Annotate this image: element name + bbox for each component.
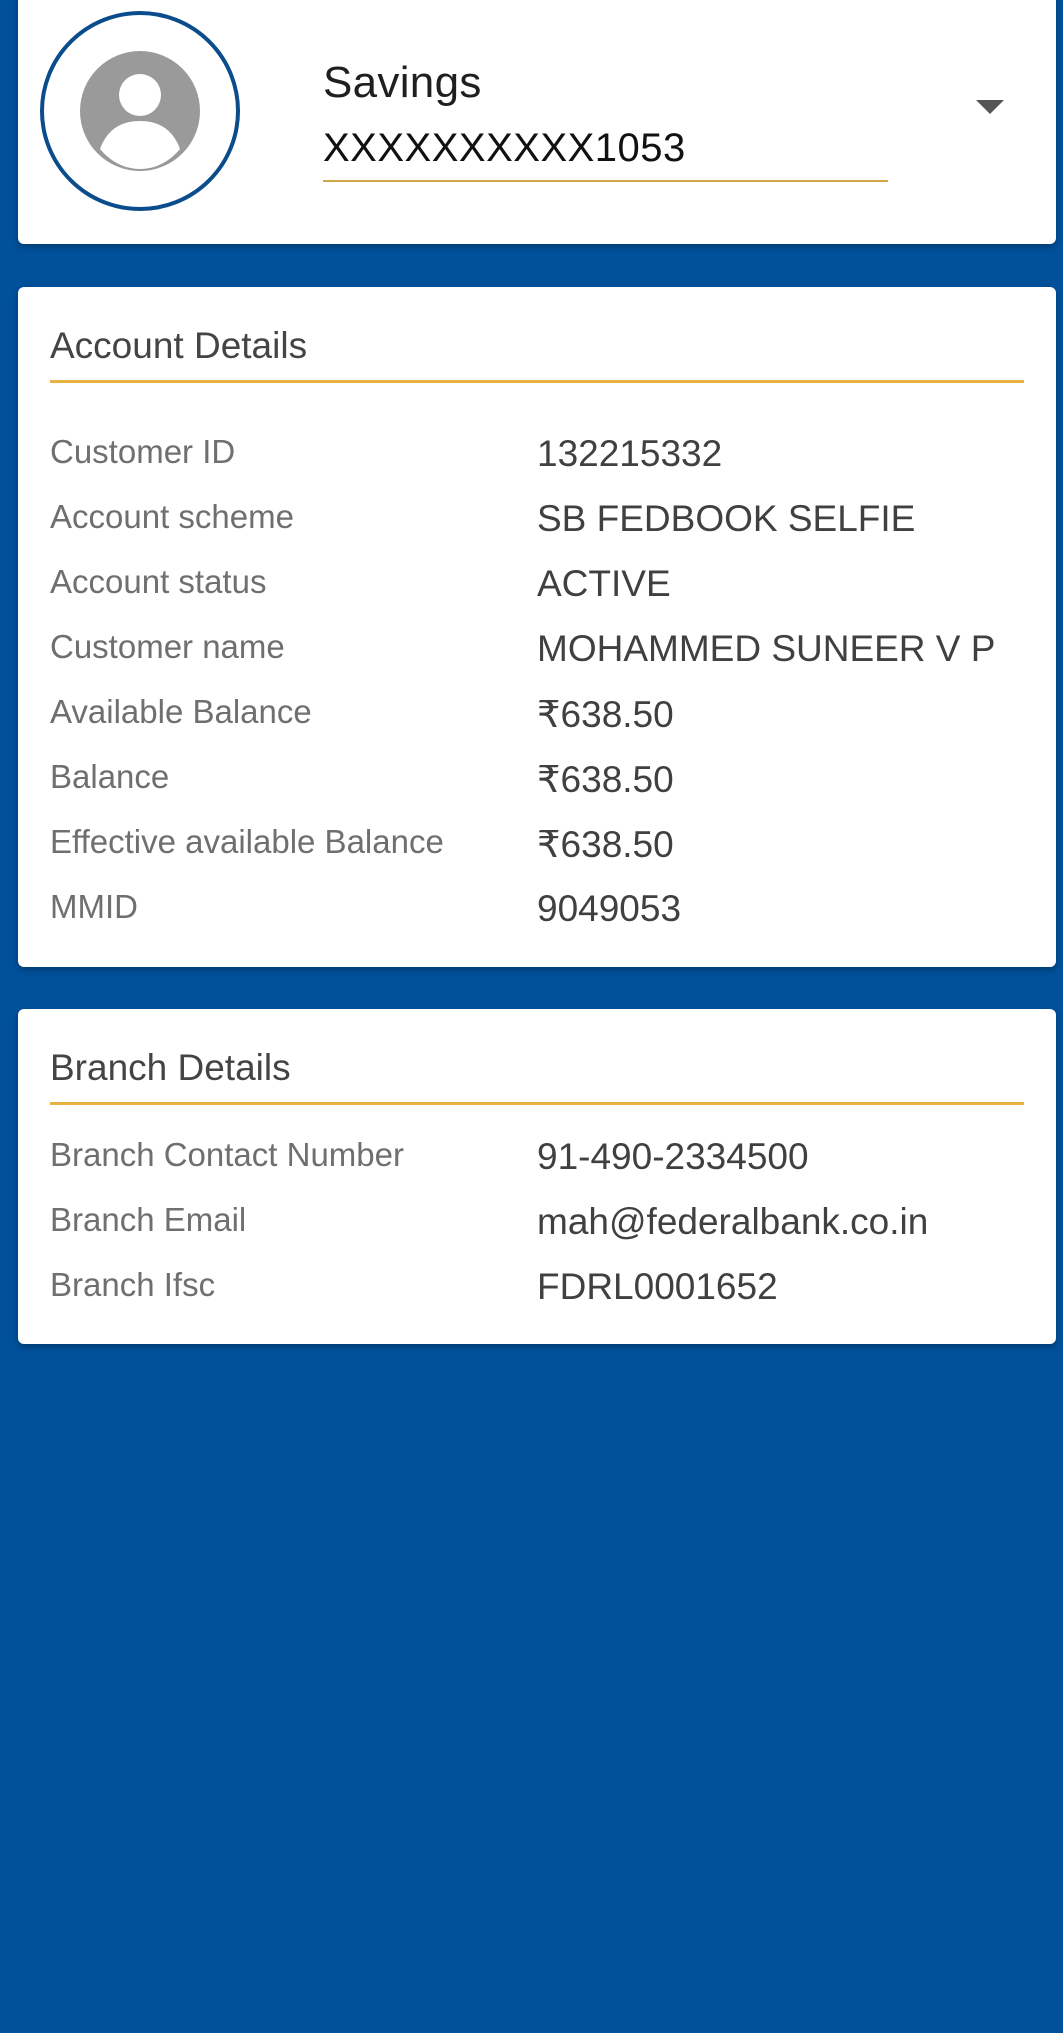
detail-value: MOHAMMED SUNEER V P [537, 628, 996, 669]
branch-phone-link[interactable]: 91-490-2334500 [537, 1136, 809, 1178]
avatar[interactable] [40, 11, 240, 211]
section-divider [50, 380, 1024, 383]
account-details-list: Customer ID 132215332 Account scheme SB … [50, 433, 1024, 953]
branch-details-card: Branch Details Branch Contact Number 91-… [18, 1009, 1056, 1344]
branch-details-title: Branch Details [50, 1047, 291, 1088]
account-details-card: Account Details Customer ID 132215332 Ac… [18, 287, 1056, 967]
detail-row-branch-email: Branch Email mah@federalbank.co.in [50, 1201, 1024, 1266]
detail-label: Customer name [50, 628, 285, 665]
detail-label: Balance [50, 758, 170, 795]
detail-value: ₹638.50 [537, 759, 674, 800]
branch-email-link[interactable]: mah@federalbank.co.in [537, 1201, 928, 1243]
detail-row-branch-contact-number: Branch Contact Number 91-490-2334500 [50, 1136, 1024, 1201]
detail-row-effective-available-balance: Effective available Balance ₹638.50 [50, 823, 1024, 888]
detail-row-branch-ifsc: Branch Ifsc FDRL0001652 [50, 1266, 1024, 1331]
detail-label: MMID [50, 888, 138, 925]
detail-row-account-scheme: Account scheme SB FEDBOOK SELFIE [50, 498, 1024, 563]
account-selector-card: Savings XXXXXXXXXX1053 [18, 0, 1056, 244]
detail-row-customer-name: Customer name MOHAMMED SUNEER V P [50, 628, 1024, 693]
detail-value: FDRL0001652 [537, 1266, 778, 1307]
account-number-dropdown[interactable]: XXXXXXXXXX1053 [323, 122, 888, 182]
account-details-title: Account Details [50, 325, 308, 366]
detail-row-account-status: Account status ACTIVE [50, 563, 1024, 628]
detail-row-balance: Balance ₹638.50 [50, 758, 1024, 823]
detail-value: ₹638.50 [537, 824, 674, 865]
detail-value: 9049053 [537, 888, 682, 929]
detail-label: Account scheme [50, 498, 294, 535]
detail-label: Effective available Balance [50, 823, 444, 860]
detail-row-available-balance: Available Balance ₹638.50 [50, 693, 1024, 758]
detail-value: ₹638.50 [537, 694, 674, 735]
detail-value: 132215332 [537, 433, 723, 474]
detail-label: Branch Ifsc [50, 1266, 216, 1303]
detail-label: Customer ID [50, 433, 236, 470]
detail-row-mmid: MMID 9049053 [50, 888, 1024, 953]
detail-label: Available Balance [50, 693, 312, 730]
section-divider [50, 1102, 1024, 1105]
detail-label: Branch Email [50, 1201, 247, 1238]
account-number: XXXXXXXXXX1053 [323, 126, 686, 170]
account-type-label: Savings [323, 58, 482, 107]
caret-down-icon[interactable] [976, 100, 1004, 114]
detail-value: SB FEDBOOK SELFIE [537, 498, 916, 539]
user-avatar-icon [80, 51, 200, 171]
detail-label: Branch Contact Number [50, 1136, 404, 1173]
detail-row-customer-id: Customer ID 132215332 [50, 433, 1024, 498]
detail-value: ACTIVE [537, 563, 671, 604]
detail-label: Account status [50, 563, 267, 600]
branch-details-list: Branch Contact Number 91-490-2334500 Bra… [50, 1136, 1024, 1331]
